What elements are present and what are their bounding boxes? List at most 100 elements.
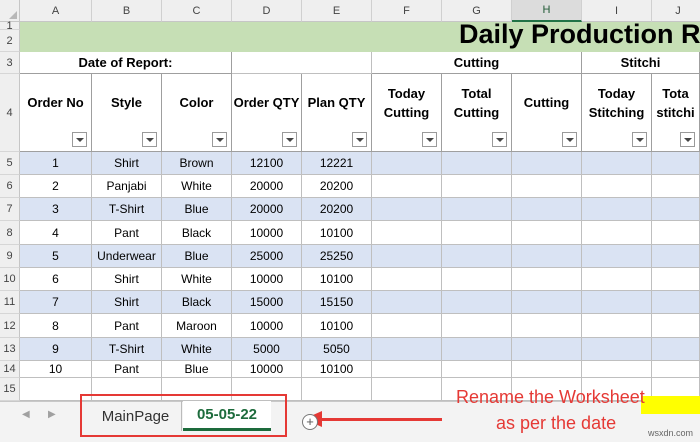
table-cell[interactable] bbox=[652, 314, 700, 338]
table-cell[interactable] bbox=[582, 221, 652, 245]
table-cell[interactable] bbox=[582, 268, 652, 291]
table-cell[interactable]: 10000 bbox=[232, 361, 302, 378]
table-cell[interactable] bbox=[582, 175, 652, 198]
table-cell[interactable] bbox=[512, 152, 582, 175]
filter-dropdown-icon[interactable] bbox=[352, 132, 367, 147]
table-cell[interactable]: 6 bbox=[20, 268, 92, 291]
row-header-13[interactable]: 13 bbox=[0, 338, 20, 361]
filter-dropdown-icon[interactable] bbox=[72, 132, 87, 147]
table-cell[interactable] bbox=[582, 245, 652, 268]
table-cell[interactable]: 10100 bbox=[302, 221, 372, 245]
table-cell[interactable] bbox=[372, 268, 442, 291]
table-cell[interactable]: T-Shirt bbox=[92, 338, 162, 361]
table-cell[interactable] bbox=[652, 221, 700, 245]
table-cell[interactable] bbox=[582, 314, 652, 338]
table-cell[interactable]: Shirt bbox=[92, 152, 162, 175]
row-header-3[interactable]: 3 bbox=[0, 52, 20, 74]
table-cell[interactable] bbox=[442, 175, 512, 198]
table-cell[interactable]: 25000 bbox=[232, 245, 302, 268]
table-cell[interactable] bbox=[652, 268, 700, 291]
table-cell[interactable] bbox=[372, 198, 442, 221]
table-cell[interactable] bbox=[582, 198, 652, 221]
table-cell[interactable]: 10 bbox=[20, 361, 92, 378]
row-header-7[interactable]: 7 bbox=[0, 198, 20, 221]
empty-cell[interactable] bbox=[372, 378, 442, 401]
table-cell[interactable] bbox=[372, 175, 442, 198]
table-cell[interactable]: 15150 bbox=[302, 291, 372, 314]
table-cell[interactable] bbox=[372, 338, 442, 361]
row-header-2[interactable]: 2 bbox=[0, 30, 20, 52]
next-sheet-icon[interactable]: ▶ bbox=[48, 409, 56, 420]
table-cell[interactable] bbox=[512, 245, 582, 268]
table-cell[interactable] bbox=[372, 152, 442, 175]
row-header-12[interactable]: 12 bbox=[0, 314, 20, 338]
table-cell[interactable]: 20200 bbox=[302, 175, 372, 198]
table-cell[interactable]: 4 bbox=[20, 221, 92, 245]
table-cell[interactable] bbox=[372, 245, 442, 268]
filter-dropdown-icon[interactable] bbox=[632, 132, 647, 147]
table-cell[interactable] bbox=[442, 198, 512, 221]
table-cell[interactable]: T-Shirt bbox=[92, 198, 162, 221]
table-cell[interactable]: 10100 bbox=[302, 268, 372, 291]
table-cell[interactable] bbox=[442, 361, 512, 378]
table-cell[interactable] bbox=[442, 221, 512, 245]
date-of-report-value[interactable] bbox=[232, 52, 372, 74]
table-cell[interactable] bbox=[372, 314, 442, 338]
table-cell[interactable]: 5 bbox=[20, 245, 92, 268]
table-cell[interactable]: Pant bbox=[92, 361, 162, 378]
table-cell[interactable] bbox=[442, 268, 512, 291]
table-cell[interactable]: 5050 bbox=[302, 338, 372, 361]
row-header-11[interactable]: 11 bbox=[0, 291, 20, 314]
table-cell[interactable] bbox=[512, 361, 582, 378]
table-cell[interactable] bbox=[652, 338, 700, 361]
table-cell[interactable] bbox=[512, 268, 582, 291]
table-cell[interactable]: Pant bbox=[92, 221, 162, 245]
table-cell[interactable] bbox=[582, 338, 652, 361]
table-cell[interactable]: 3 bbox=[20, 198, 92, 221]
table-cell[interactable]: 1 bbox=[20, 152, 92, 175]
table-cell[interactable]: 10000 bbox=[232, 314, 302, 338]
row-header-9[interactable]: 9 bbox=[0, 245, 20, 268]
table-cell[interactable]: Black bbox=[162, 221, 232, 245]
filter-dropdown-icon[interactable] bbox=[422, 132, 437, 147]
table-cell[interactable]: Pant bbox=[92, 314, 162, 338]
table-cell[interactable] bbox=[372, 291, 442, 314]
filter-dropdown-icon[interactable] bbox=[212, 132, 227, 147]
table-cell[interactable]: Black bbox=[162, 291, 232, 314]
table-cell[interactable]: Blue bbox=[162, 245, 232, 268]
table-cell[interactable] bbox=[512, 221, 582, 245]
table-cell[interactable] bbox=[652, 152, 700, 175]
table-cell[interactable]: Blue bbox=[162, 198, 232, 221]
table-cell[interactable]: Blue bbox=[162, 361, 232, 378]
add-sheet-icon[interactable]: + bbox=[302, 414, 318, 430]
table-cell[interactable]: 20200 bbox=[302, 198, 372, 221]
empty-cell[interactable] bbox=[302, 378, 372, 401]
table-cell[interactable]: 10100 bbox=[302, 361, 372, 378]
column-header-e[interactable]: E bbox=[302, 0, 372, 22]
filter-dropdown-icon[interactable] bbox=[142, 132, 157, 147]
table-cell[interactable]: 12221 bbox=[302, 152, 372, 175]
table-cell[interactable] bbox=[512, 314, 582, 338]
table-cell[interactable] bbox=[512, 291, 582, 314]
row-header-4[interactable]: 4 bbox=[0, 74, 20, 152]
row-header-5[interactable]: 5 bbox=[0, 152, 20, 175]
filter-dropdown-icon[interactable] bbox=[680, 132, 695, 147]
table-cell[interactable] bbox=[652, 175, 700, 198]
table-cell[interactable]: 10000 bbox=[232, 268, 302, 291]
table-cell[interactable]: 5000 bbox=[232, 338, 302, 361]
filter-dropdown-icon[interactable] bbox=[282, 132, 297, 147]
table-cell[interactable]: 20000 bbox=[232, 198, 302, 221]
table-cell[interactable] bbox=[442, 338, 512, 361]
table-cell[interactable]: 10000 bbox=[232, 221, 302, 245]
table-cell[interactable]: Shirt bbox=[92, 291, 162, 314]
filter-dropdown-icon[interactable] bbox=[562, 132, 577, 147]
row-header-15[interactable]: 15 bbox=[0, 378, 20, 401]
table-cell[interactable] bbox=[652, 245, 700, 268]
row-header-6[interactable]: 6 bbox=[0, 175, 20, 198]
filter-dropdown-icon[interactable] bbox=[492, 132, 507, 147]
row-header-1[interactable]: 1 bbox=[0, 20, 20, 32]
table-cell[interactable]: 10100 bbox=[302, 314, 372, 338]
table-cell[interactable]: White bbox=[162, 338, 232, 361]
table-cell[interactable] bbox=[582, 361, 652, 378]
row-header-14[interactable]: 14 bbox=[0, 361, 20, 378]
